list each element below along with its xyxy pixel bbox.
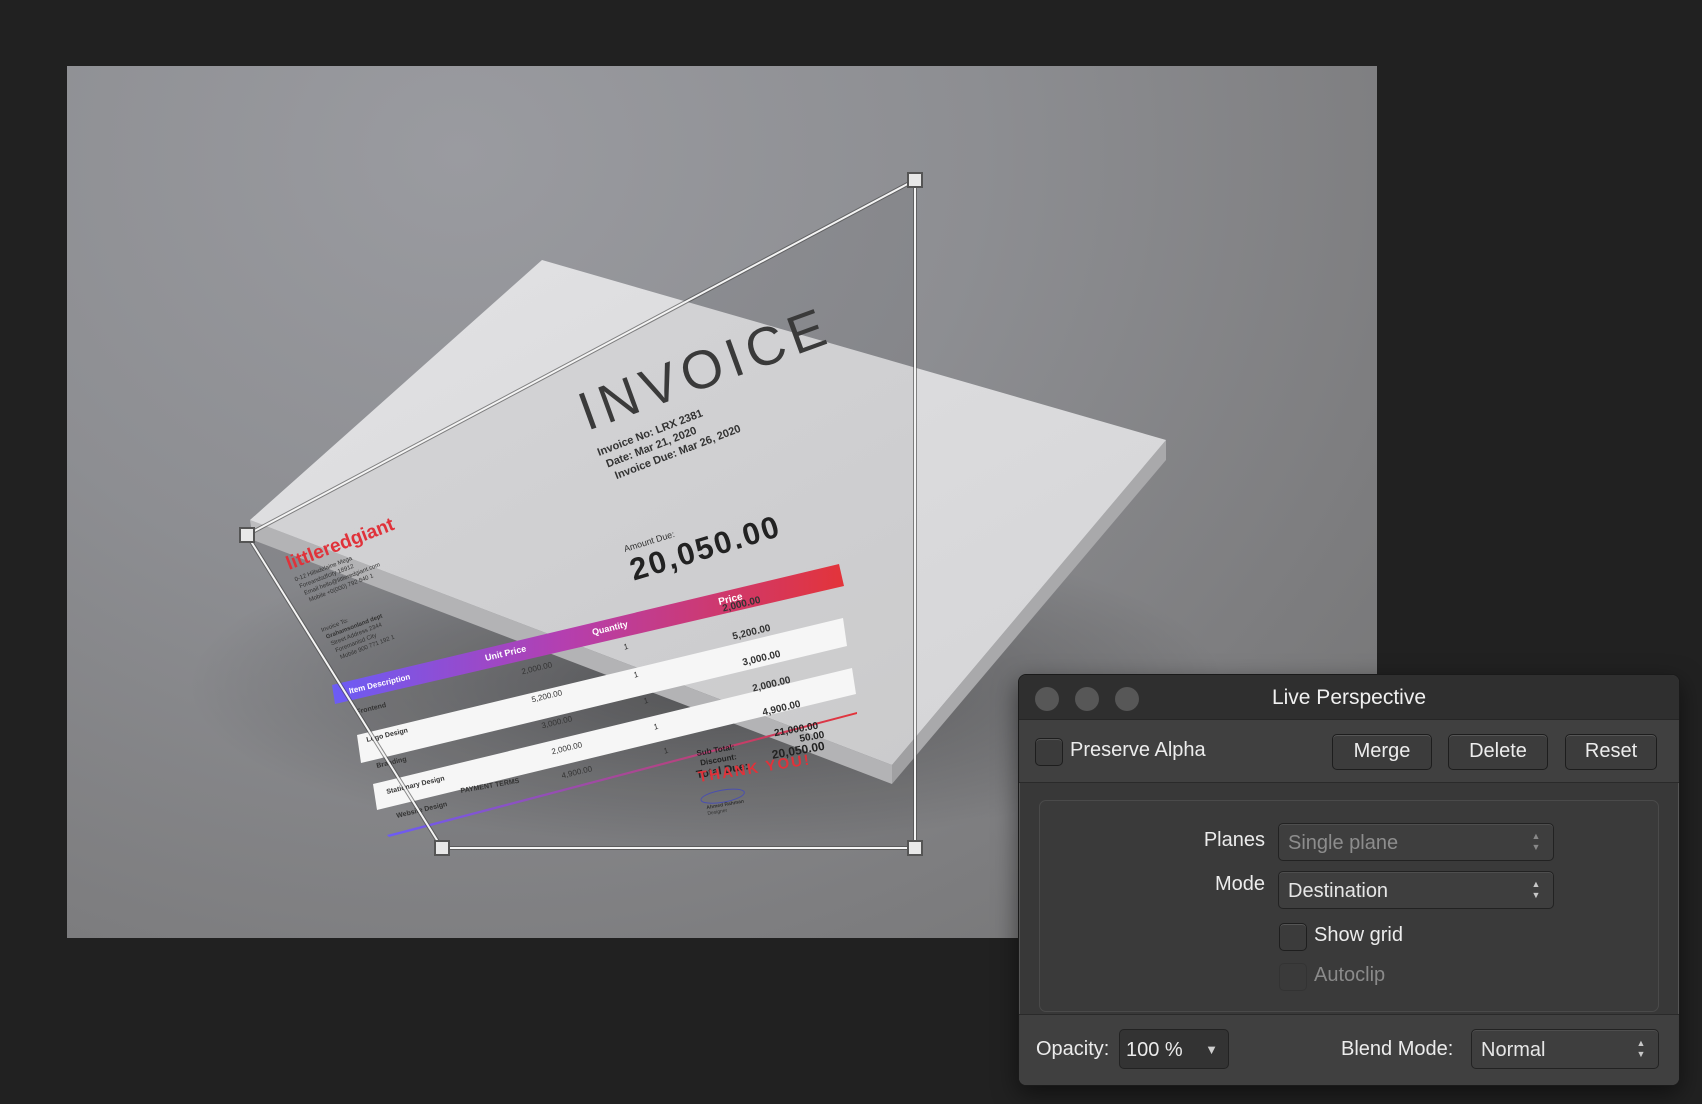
stepper-icon: ▲ ▼: [1531, 879, 1541, 900]
panel-toolbar: Preserve Alpha Merge Delete Reset: [1019, 720, 1679, 783]
panel-title: Live Perspective: [1271, 686, 1427, 709]
mode-select[interactable]: Destination ▲ ▼: [1278, 871, 1554, 909]
delete-button[interactable]: Delete: [1448, 734, 1548, 770]
stepper-icon: ▲ ▼: [1636, 1038, 1646, 1059]
handle-left[interactable]: [239, 527, 255, 543]
blend-mode-value: Normal: [1481, 1039, 1546, 1061]
handle-bottom-left[interactable]: [434, 840, 450, 856]
handle-bottom-right[interactable]: [907, 840, 923, 856]
show-grid-label[interactable]: Show grid: [1314, 924, 1403, 947]
planes-select[interactable]: Single plane ▲ ▼: [1278, 823, 1554, 861]
opacity-field[interactable]: 100 % ▼: [1119, 1029, 1229, 1069]
options-group: Planes Single plane ▲ ▼ Mode Destination …: [1039, 800, 1659, 1012]
merge-button[interactable]: Merge: [1332, 734, 1432, 770]
preserve-alpha-label[interactable]: Preserve Alpha: [1070, 739, 1206, 762]
blend-mode-label: Blend Mode:: [1341, 1038, 1454, 1060]
planes-label: Planes: [1203, 829, 1265, 851]
planes-value: Single plane: [1288, 832, 1399, 854]
opacity-value: 100 %: [1126, 1039, 1183, 1061]
opacity-label: Opacity:: [1036, 1038, 1110, 1060]
autoclip-checkbox[interactable]: [1279, 963, 1307, 991]
stepper-icon: ▲ ▼: [1531, 831, 1541, 852]
show-grid-checkbox[interactable]: [1279, 923, 1307, 951]
reset-button[interactable]: Reset: [1565, 734, 1657, 770]
preserve-alpha-checkbox[interactable]: [1035, 738, 1063, 766]
handle-top-right[interactable]: [907, 172, 923, 188]
mode-value: Destination: [1288, 880, 1389, 902]
live-perspective-panel: Live Perspective Preserve Alpha Merge De…: [1018, 674, 1680, 1086]
mode-label: Mode: [1214, 873, 1265, 895]
dropdown-caret-icon[interactable]: ▼: [1205, 1030, 1218, 1070]
blend-mode-select[interactable]: Normal ▲ ▼: [1471, 1029, 1659, 1069]
panel-titlebar[interactable]: Live Perspective: [1019, 675, 1679, 720]
panel-footer: Opacity: 100 % ▼ Blend Mode: Normal ▲ ▼: [1019, 1014, 1679, 1085]
autoclip-label: Autoclip: [1314, 964, 1386, 986]
